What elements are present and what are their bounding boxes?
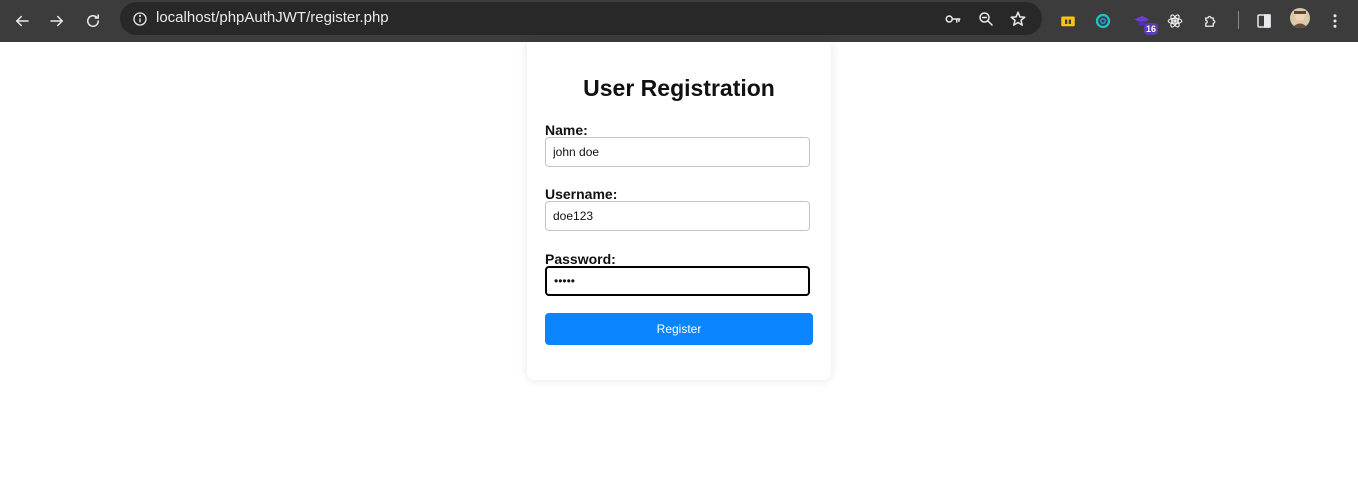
registration-card: User Registration Name: Username: Passwo…	[527, 42, 831, 380]
profile-avatar[interactable]	[1290, 8, 1310, 28]
password-input[interactable]	[545, 266, 810, 296]
key-icon	[945, 15, 961, 23]
arrow-left-icon	[16, 15, 29, 27]
side-panel-button[interactable]	[1251, 8, 1277, 34]
extension-hat-button[interactable]: 16	[1129, 8, 1158, 35]
password-manager-button[interactable]	[942, 8, 964, 30]
browser-menu-button[interactable]	[1322, 8, 1348, 34]
name-input[interactable]	[545, 137, 810, 167]
extension-folder-button[interactable]	[1055, 8, 1081, 34]
magnifier-icon	[979, 12, 993, 26]
puzzle-icon	[1205, 15, 1216, 27]
side-panel-icon	[1257, 14, 1271, 28]
url-text[interactable]: localhost/phpAuthJWT/register.php	[156, 9, 389, 26]
extension-codeium-button[interactable]	[1090, 8, 1116, 34]
reload-icon	[87, 14, 99, 27]
extensions-menu-button[interactable]	[1198, 8, 1224, 34]
kebab-menu-icon	[1333, 14, 1337, 28]
info-icon	[133, 12, 147, 26]
password-label: Password:	[545, 251, 616, 267]
react-icon	[1167, 14, 1183, 28]
address-bar[interactable]: localhost/phpAuthJWT/register.php	[120, 2, 1042, 35]
ring-extension-icon	[1095, 13, 1111, 29]
folder-extension-icon	[1061, 16, 1075, 27]
reload-button[interactable]	[78, 6, 108, 36]
browser-toolbar: localhost/phpAuthJWT/register.php 16	[0, 0, 1358, 42]
back-button[interactable]	[7, 6, 37, 36]
zoom-button[interactable]	[975, 8, 997, 30]
avatar-icon	[1290, 8, 1310, 28]
site-info-button[interactable]	[128, 7, 152, 31]
bookmark-button[interactable]	[1007, 8, 1029, 30]
toolbar-divider	[1238, 11, 1239, 29]
name-label: Name:	[545, 122, 588, 138]
page-title: User Registration	[583, 75, 775, 101]
forward-button[interactable]	[42, 6, 72, 36]
register-button[interactable]: Register	[545, 313, 813, 345]
username-label: Username:	[545, 186, 618, 202]
star-icon	[1010, 11, 1026, 26]
username-input[interactable]	[545, 201, 810, 231]
extension-badge: 16	[1143, 23, 1158, 35]
extension-react-devtools-button[interactable]	[1162, 8, 1188, 34]
arrow-right-icon	[50, 15, 63, 27]
